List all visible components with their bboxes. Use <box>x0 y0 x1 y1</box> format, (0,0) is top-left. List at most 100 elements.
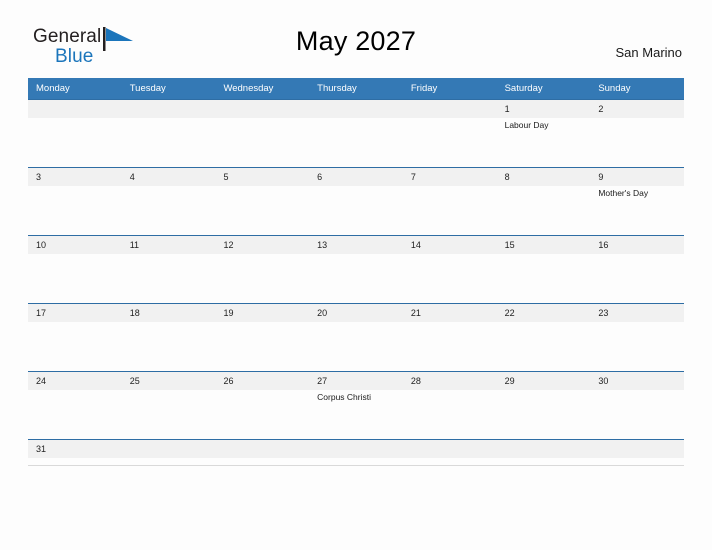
day-cell[interactable] <box>309 322 403 371</box>
holiday-event-label: Corpus Christi <box>317 392 372 402</box>
region-label: San Marino <box>615 45 682 60</box>
calendar-week-row: 31 <box>28 439 684 466</box>
day-cell[interactable] <box>122 322 216 371</box>
day-cell[interactable] <box>215 322 309 371</box>
day-cell[interactable] <box>122 186 216 235</box>
day-cell[interactable] <box>122 458 216 465</box>
day-number[interactable]: 23 <box>590 304 684 322</box>
day-cell[interactable] <box>590 390 684 439</box>
day-cell[interactable] <box>590 458 684 465</box>
day-cell[interactable] <box>497 390 591 439</box>
day-number <box>122 440 216 458</box>
day-cell[interactable] <box>590 118 684 167</box>
weekday-header-wednesday: Wednesday <box>223 83 274 94</box>
page-header: General Blue May 2027 San Marino <box>28 0 684 78</box>
day-cell[interactable] <box>215 458 309 465</box>
day-number[interactable]: 10 <box>28 236 122 254</box>
day-number[interactable]: 24 <box>28 372 122 390</box>
weekday-header-thursday: Thursday <box>317 83 357 94</box>
week-day-cells <box>28 322 684 371</box>
day-number <box>215 100 309 118</box>
day-number <box>28 100 122 118</box>
holiday-event-label: Mother's Day <box>598 188 649 198</box>
day-cell[interactable] <box>28 390 122 439</box>
day-number[interactable]: 2 <box>590 100 684 118</box>
day-number[interactable]: 9 <box>590 168 684 186</box>
day-cell[interactable] <box>403 186 497 235</box>
day-number <box>215 440 309 458</box>
day-number[interactable]: 3 <box>28 168 122 186</box>
day-number[interactable]: 7 <box>403 168 497 186</box>
day-number[interactable]: 1 <box>497 100 591 118</box>
day-number <box>122 100 216 118</box>
day-cell[interactable] <box>590 322 684 371</box>
day-number[interactable]: 11 <box>122 236 216 254</box>
day-cell[interactable] <box>497 186 591 235</box>
day-number[interactable]: 22 <box>497 304 591 322</box>
day-number[interactable]: 14 <box>403 236 497 254</box>
day-number[interactable]: 17 <box>28 304 122 322</box>
calendar-grid: Monday Tuesday Wednesday Thursday Friday… <box>28 78 684 466</box>
holiday-event-label: Labour Day <box>504 120 549 130</box>
day-cell[interactable] <box>28 254 122 303</box>
day-cell[interactable] <box>122 254 216 303</box>
week-day-numbers: 10 11 12 13 14 15 16 <box>28 236 684 254</box>
day-cell[interactable] <box>215 254 309 303</box>
week-day-numbers: 12 <box>28 100 684 118</box>
day-number[interactable]: 5 <box>215 168 309 186</box>
page-title: May 2027 <box>295 26 417 56</box>
day-number[interactable]: 6 <box>309 168 403 186</box>
calendar-week-row: 17 18 19 20 21 22 23 <box>28 303 684 371</box>
day-cell[interactable] <box>309 118 403 167</box>
day-number[interactable]: 15 <box>497 236 591 254</box>
weekday-header-monday: Monday <box>36 83 70 94</box>
day-number <box>309 440 403 458</box>
day-number[interactable]: 13 <box>309 236 403 254</box>
day-number[interactable]: 30 <box>590 372 684 390</box>
day-cell[interactable] <box>403 118 497 167</box>
day-number[interactable]: 19 <box>215 304 309 322</box>
day-cell[interactable] <box>215 390 309 439</box>
day-number[interactable]: 27 <box>309 372 403 390</box>
day-cell[interactable]: Labour Day <box>497 118 591 167</box>
day-number[interactable]: 28 <box>403 372 497 390</box>
day-number[interactable]: 16 <box>590 236 684 254</box>
day-number <box>403 100 497 118</box>
day-cell[interactable] <box>309 254 403 303</box>
day-cell[interactable] <box>403 254 497 303</box>
day-cell[interactable] <box>309 186 403 235</box>
day-cell[interactable]: Mother's Day <box>590 186 684 235</box>
day-number[interactable]: 12 <box>215 236 309 254</box>
day-number[interactable]: 25 <box>122 372 216 390</box>
day-cell[interactable] <box>309 458 403 465</box>
day-number[interactable]: 21 <box>403 304 497 322</box>
day-number[interactable]: 4 <box>122 168 216 186</box>
day-cell[interactable] <box>497 458 591 465</box>
day-cell[interactable] <box>28 186 122 235</box>
day-cell[interactable] <box>403 458 497 465</box>
day-number[interactable]: 31 <box>28 440 122 458</box>
day-cell[interactable] <box>403 390 497 439</box>
day-number[interactable]: 29 <box>497 372 591 390</box>
day-cell[interactable] <box>215 186 309 235</box>
day-cell[interactable] <box>497 322 591 371</box>
day-cell[interactable] <box>122 118 216 167</box>
day-cell[interactable] <box>497 254 591 303</box>
day-number[interactable]: 20 <box>309 304 403 322</box>
calendar-page: General Blue May 2027 San Marino Monday … <box>0 0 712 550</box>
day-number[interactable]: 8 <box>497 168 591 186</box>
week-day-numbers: 3456789 <box>28 168 684 186</box>
day-cell[interactable] <box>215 118 309 167</box>
day-cell[interactable] <box>590 254 684 303</box>
day-cell[interactable] <box>122 390 216 439</box>
week-day-cells: Labour Day <box>28 118 684 167</box>
day-cell[interactable] <box>28 322 122 371</box>
day-number[interactable]: 18 <box>122 304 216 322</box>
day-cell[interactable] <box>28 118 122 167</box>
day-cell[interactable]: Corpus Christi <box>309 390 403 439</box>
day-cell[interactable] <box>28 458 122 465</box>
day-number[interactable]: 26 <box>215 372 309 390</box>
week-day-numbers: 24 25 26 27 28 29 30 <box>28 372 684 390</box>
week-day-numbers: 31 <box>28 440 684 458</box>
day-cell[interactable] <box>403 322 497 371</box>
